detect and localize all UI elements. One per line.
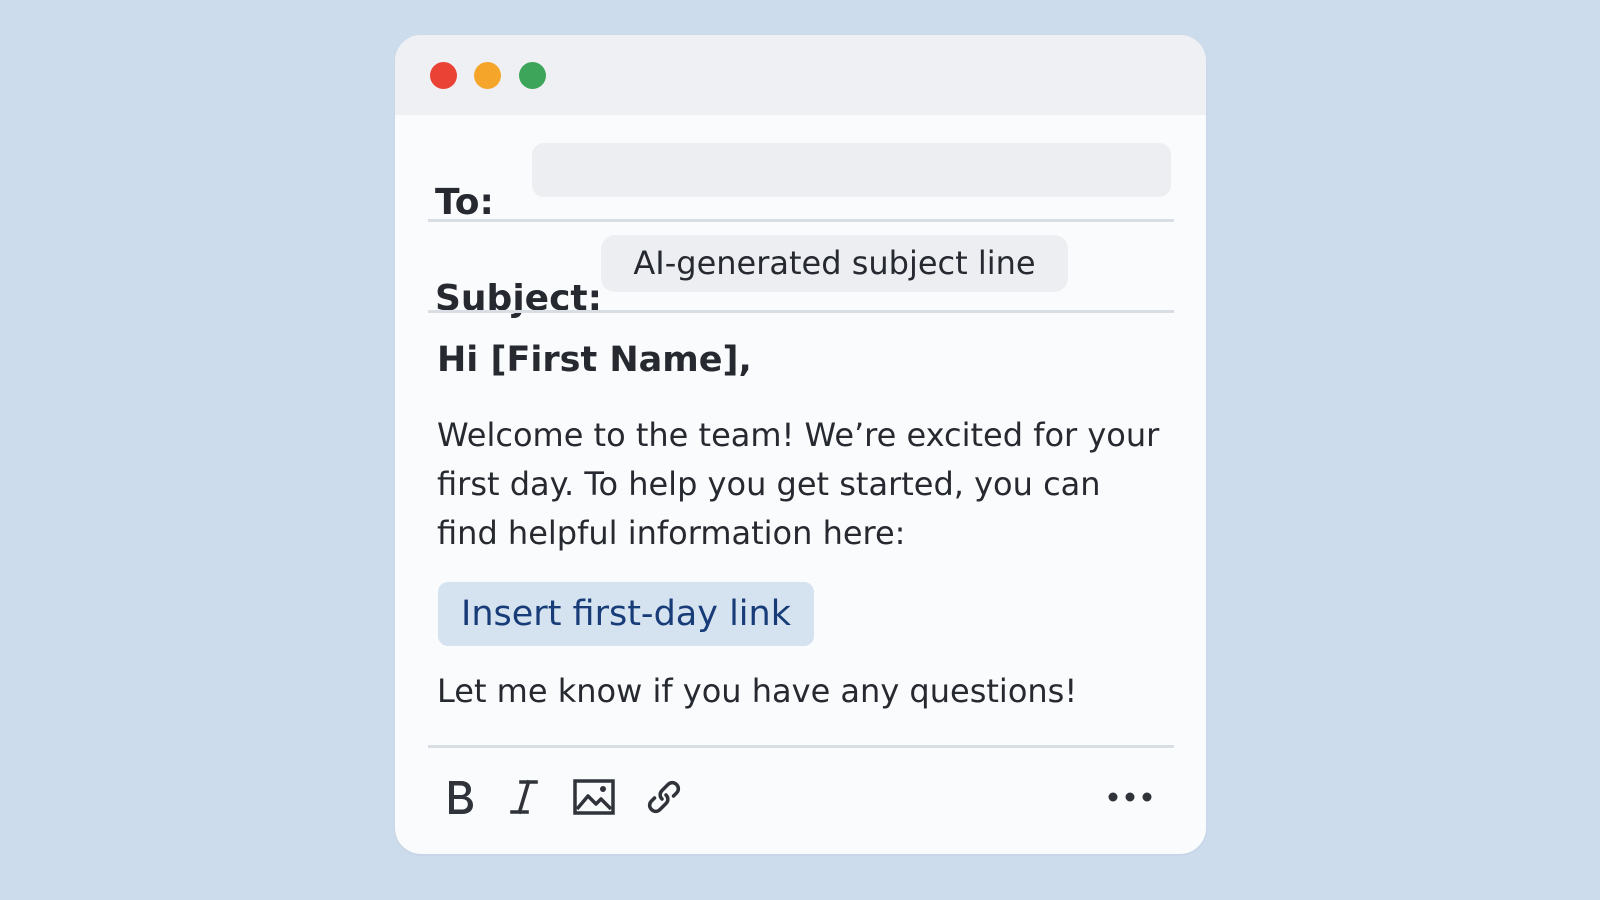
more-options-button[interactable] bbox=[1095, 770, 1165, 824]
title-bar bbox=[395, 35, 1206, 115]
divider bbox=[428, 745, 1174, 748]
email-closing[interactable]: Let me know if you have any questions! bbox=[437, 672, 1077, 710]
insert-link-placeholder[interactable]: Insert first-day link bbox=[438, 582, 814, 646]
more-icon bbox=[1108, 792, 1152, 802]
to-field[interactable] bbox=[532, 143, 1171, 197]
divider bbox=[428, 310, 1174, 313]
image-icon bbox=[573, 779, 615, 815]
insert-link-button[interactable] bbox=[637, 770, 691, 824]
italic-button[interactable] bbox=[497, 770, 551, 824]
divider bbox=[428, 219, 1174, 222]
italic-icon bbox=[510, 779, 538, 815]
subject-field[interactable]: AI-generated subject line bbox=[601, 235, 1068, 292]
link-icon bbox=[647, 780, 681, 814]
maximize-window-button[interactable] bbox=[519, 62, 546, 89]
to-label: To: bbox=[435, 182, 494, 223]
minimize-window-button[interactable] bbox=[474, 62, 501, 89]
email-greeting[interactable]: Hi [First Name], bbox=[437, 339, 752, 381]
insert-image-button[interactable] bbox=[567, 770, 621, 824]
email-compose-window: To: Subject: AI-generated subject line H… bbox=[395, 35, 1206, 854]
close-window-button[interactable] bbox=[430, 62, 457, 89]
bold-icon bbox=[449, 781, 473, 814]
bold-button[interactable] bbox=[433, 770, 487, 824]
email-body-paragraph[interactable]: Welcome to the team! We’re excited for y… bbox=[437, 411, 1162, 558]
